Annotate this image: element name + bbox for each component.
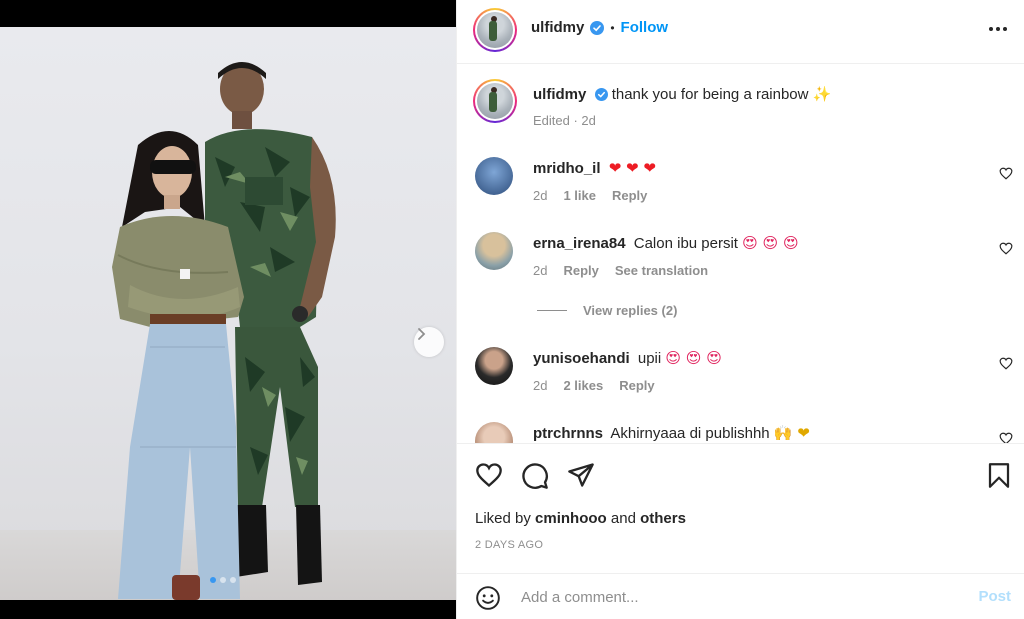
commenter-avatar[interactable] (475, 232, 513, 270)
comment-input[interactable] (521, 586, 961, 608)
author-username[interactable]: ulfidmy (531, 19, 584, 36)
post-caption: ulfidmy thank you for being a rainbow ✨ … (457, 77, 1024, 137)
comment-item: erna_irena84 Calon ibu persit 😍 😍 😍 2d R… (457, 230, 1024, 288)
carousel-dot (230, 577, 236, 583)
comment-text: Calon ibu persit (633, 235, 738, 252)
comment-heart-icon[interactable] (999, 357, 1013, 370)
comment-item: ptrchrnns Akhirnyaaa di publishhh 🙌 ❤ (457, 420, 1024, 443)
smiley-icon[interactable] (475, 585, 501, 611)
comments-list[interactable]: ulfidmy thank you for being a rainbow ✨ … (457, 65, 1024, 443)
comment-meta: 2d 2 likes Reply (533, 378, 655, 393)
comment-emoji: 🙌 ❤ (773, 424, 810, 442)
bookmark-icon[interactable] (987, 462, 1011, 489)
post-timestamp[interactable]: 2 DAYS AGO (475, 539, 543, 551)
liked-by-text: Liked by cminhooo and others (475, 510, 686, 527)
commenter-username[interactable]: erna_irena84 (533, 235, 626, 252)
see-translation-button[interactable]: See translation (615, 263, 708, 278)
commenter-username[interactable]: yunisoehandi (533, 350, 630, 367)
header-user-line: ulfidmy • Follow (531, 19, 668, 36)
commenter-username[interactable]: mridho_il (533, 160, 601, 177)
carousel-indicator (210, 577, 236, 583)
sparkles-emoji: ✨ (812, 85, 832, 103)
comment-meta: 2d Reply See translation (533, 263, 708, 278)
comment-text: Akhirnyaaa di publishhh (610, 425, 770, 442)
liked-by-prefix: Liked by (475, 510, 531, 527)
liked-by-user[interactable]: cminhooo (535, 510, 607, 527)
commenter-username[interactable]: ptrchrnns (533, 425, 603, 442)
comment-heart-icon[interactable] (999, 432, 1013, 443)
comment-likes[interactable]: 1 like (563, 188, 596, 203)
share-icon[interactable] (567, 462, 595, 488)
view-replies-label: View replies (2) (583, 303, 678, 318)
caption-author-avatar[interactable] (473, 79, 517, 123)
carousel-dot-active (210, 577, 216, 583)
reply-button[interactable]: Reply (563, 263, 598, 278)
caption-text-line: ulfidmy thank you for being a rainbow ✨ (533, 85, 831, 103)
comment-heart-icon[interactable] (999, 167, 1013, 180)
heart-icon[interactable] (475, 462, 503, 488)
commenter-avatar[interactable] (475, 347, 513, 385)
comment-text-line: erna_irena84 Calon ibu persit 😍 😍 😍 (533, 234, 799, 252)
more-options-icon[interactable] (989, 27, 1007, 31)
replies-divider (537, 310, 567, 311)
comment-text-line: mridho_il ❤ ❤ ❤ (533, 159, 656, 177)
comment-heart-icon[interactable] (999, 242, 1013, 255)
carousel-dot (220, 577, 226, 583)
verified-badge-icon (594, 88, 608, 101)
caption-edited-time: Edited · 2d (533, 113, 596, 128)
follow-button[interactable]: Follow (621, 19, 669, 36)
caption-author[interactable]: ulfidmy (533, 86, 586, 103)
add-comment-bar: Post (457, 573, 1024, 619)
comment-text-line: yunisoehandi upii 😍 😍 😍 (533, 349, 722, 367)
post-comment-button[interactable]: Post (978, 588, 1011, 605)
liked-by-conj: and (610, 510, 636, 527)
comment-item: yunisoehandi upii 😍 😍 😍 2d 2 likes Reply (457, 345, 1024, 403)
photo-illustration (112, 62, 336, 600)
author-avatar[interactable] (473, 8, 517, 52)
comment-time: 2d (533, 188, 548, 203)
commenter-avatar[interactable] (475, 157, 513, 195)
comment-icon[interactable] (521, 462, 549, 490)
post-header: ulfidmy • Follow (457, 0, 1024, 64)
comment-time: 2d (533, 263, 548, 278)
post-side-panel: ulfidmy • Follow ulfidmy thank you for b… (456, 0, 1024, 619)
comment-meta: 2d 1 like Reply (533, 188, 647, 203)
liked-by-others[interactable]: others (640, 510, 686, 527)
reply-button[interactable]: Reply (619, 378, 654, 393)
verified-badge-icon (590, 20, 605, 35)
reply-button[interactable]: Reply (612, 188, 647, 203)
comment-emoji: 😍 😍 😍 (742, 234, 799, 252)
comment-likes[interactable]: 2 likes (563, 378, 603, 393)
next-slide-button[interactable] (414, 327, 444, 357)
comment-time: 2d (533, 378, 548, 393)
comment-emoji: ❤ ❤ ❤ (608, 159, 656, 177)
post-media (0, 0, 456, 619)
caption-text: thank you for being a rainbow (611, 86, 809, 103)
comment-emoji: 😍 😍 😍 (665, 349, 722, 367)
header-separator: • (610, 20, 615, 35)
comment-item: mridho_il ❤ ❤ ❤ 2d 1 like Reply (457, 155, 1024, 213)
comment-text: upii (637, 350, 662, 367)
caption-meta: Edited · 2d (533, 113, 596, 128)
comment-text-line: ptrchrnns Akhirnyaaa di publishhh 🙌 ❤ (533, 424, 810, 442)
chevron-right-icon (418, 328, 426, 340)
post-actions: Liked by cminhooo and others 2 DAYS AGO (457, 443, 1024, 573)
commenter-avatar[interactable] (475, 422, 513, 443)
view-replies-button[interactable]: View replies (2) (537, 303, 677, 318)
post-photo[interactable] (0, 27, 456, 600)
